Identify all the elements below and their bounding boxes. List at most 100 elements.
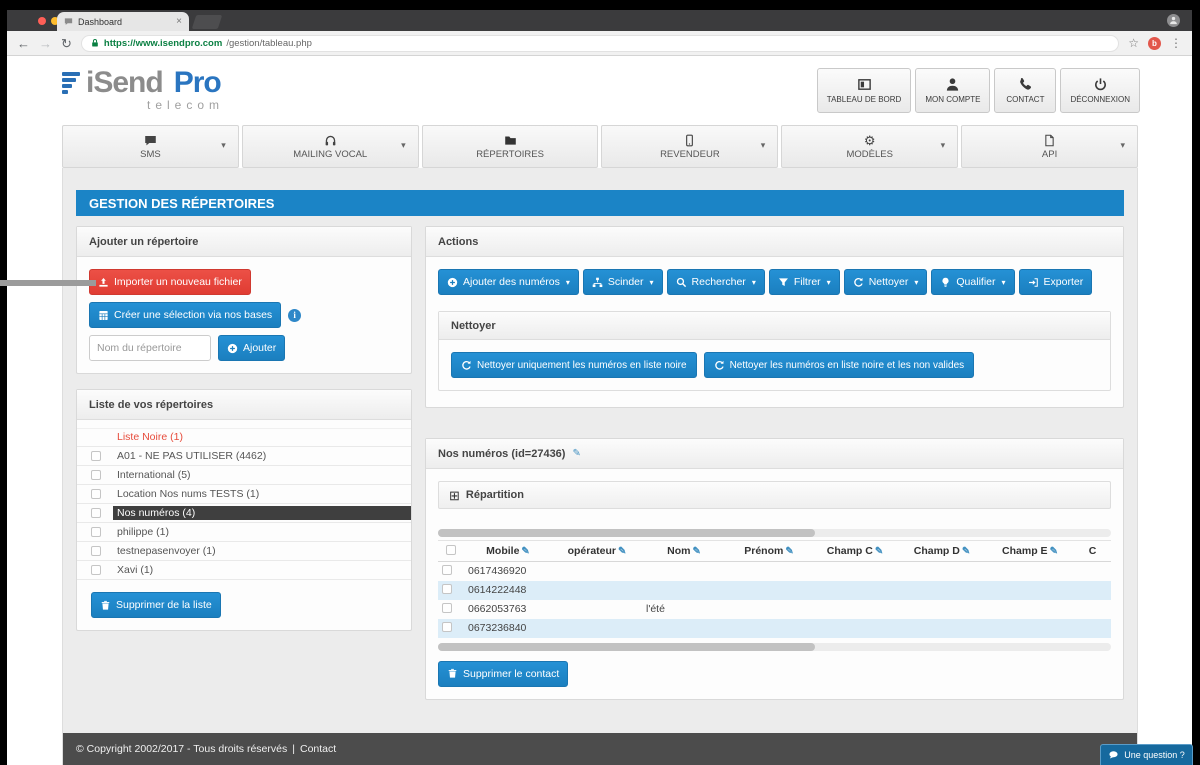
repartition-toggle[interactable]: ⊞ Répartition: [438, 481, 1111, 509]
export-button[interactable]: Exporter: [1019, 269, 1093, 295]
footer-contact-link[interactable]: Contact: [300, 743, 336, 755]
delete-contact-button[interactable]: Supprimer le contact: [438, 661, 568, 687]
filter-icon: [778, 277, 789, 288]
repertoire-name-input[interactable]: [89, 335, 211, 361]
nav-tab-sms[interactable]: SMS ▾: [62, 125, 239, 168]
column-header[interactable]: opérateur✎: [552, 541, 642, 562]
list-item-checkbox[interactable]: [91, 451, 101, 461]
back-icon[interactable]: ←: [17, 37, 30, 50]
list-item-checkbox[interactable]: [91, 508, 101, 518]
column-header[interactable]: Prénom✎: [726, 541, 812, 562]
nav-tab-modeles[interactable]: ⚙ MODÈLES ▾: [781, 125, 958, 168]
bookmark-star-icon[interactable]: ☆: [1128, 37, 1139, 49]
edit-pencil-icon[interactable]: ✎: [692, 546, 700, 557]
list-item-checkbox[interactable]: [91, 527, 101, 537]
tab-close-icon[interactable]: ×: [176, 16, 182, 27]
edit-pencil-icon[interactable]: ✎: [618, 546, 626, 557]
close-window-button[interactable]: [38, 17, 46, 25]
browser-menu-icon[interactable]: ⋮: [1170, 37, 1182, 49]
folder-icon: [504, 134, 517, 147]
table-scrollbar-top[interactable]: [438, 529, 1111, 537]
tab-favicon-bubble-icon: [64, 17, 73, 26]
table-row[interactable]: 0614222448: [438, 581, 1111, 600]
forward-icon[interactable]: →: [39, 37, 52, 50]
edit-pencil-icon[interactable]: ✎: [521, 546, 529, 557]
row-checkbox[interactable]: [442, 565, 452, 575]
clean-button[interactable]: Nettoyer ▾: [844, 269, 928, 295]
edit-pencil-icon[interactable]: ✎: [785, 546, 793, 557]
delete-from-list-button[interactable]: Supprimer de la liste: [91, 592, 221, 618]
list-item[interactable]: philippe (1): [77, 523, 411, 542]
edit-pencil-icon[interactable]: ✎: [962, 546, 970, 557]
isendpro-logo: iSend Pro telecom: [62, 66, 224, 112]
list-item-checkbox[interactable]: [91, 489, 101, 499]
logo-text-telecom: telecom: [147, 98, 224, 112]
table-grid-icon: [98, 310, 109, 321]
column-header[interactable]: Champ E✎: [986, 541, 1074, 562]
column-header[interactable]: Champ C✎: [812, 541, 898, 562]
add-numbers-button[interactable]: Ajouter des numéros ▾: [438, 269, 579, 295]
list-item[interactable]: Xavi (1): [77, 561, 411, 580]
edit-pencil-icon[interactable]: ✎: [572, 448, 580, 459]
chat-widget-button[interactable]: Une question ?: [1100, 744, 1193, 765]
scrollbar-thumb[interactable]: [438, 529, 815, 537]
list-item-checkbox[interactable]: [91, 470, 101, 480]
search-icon: [676, 277, 687, 288]
edit-pencil-icon[interactable]: ✎: [1050, 546, 1058, 557]
import-file-button[interactable]: Importer un nouveau fichier: [89, 269, 251, 295]
list-item[interactable]: A01 - NE PAS UTILISER (4462): [77, 447, 411, 466]
column-header[interactable]: Champ D✎: [898, 541, 986, 562]
logout-button[interactable]: DÉCONNEXION: [1060, 68, 1140, 113]
add-repertoire-button[interactable]: Ajouter: [218, 335, 285, 361]
table-row[interactable]: 0617436920: [438, 562, 1111, 581]
list-item[interactable]: testnepasenvoyer (1): [77, 542, 411, 561]
column-header[interactable]: Nom✎: [642, 541, 726, 562]
edit-pencil-icon[interactable]: ✎: [875, 546, 883, 557]
browser-tab[interactable]: Dashboard ×: [57, 12, 189, 31]
table-scrollbar-bottom[interactable]: [438, 643, 1111, 651]
search-button[interactable]: Rechercher ▾: [667, 269, 765, 295]
numbers-panel: Nos numéros (id=27436) ✎ ⊞ Répartition: [425, 438, 1124, 700]
dashboard-icon: [857, 77, 872, 92]
url-path: /gestion/tableau.php: [226, 38, 312, 49]
row-checkbox[interactable]: [442, 584, 452, 594]
new-tab-button[interactable]: [192, 15, 223, 29]
nav-tab-repertoires[interactable]: RÉPERTOIRES: [422, 125, 599, 168]
dashboard-button[interactable]: TABLEAU DE BORD: [817, 68, 912, 113]
create-selection-button[interactable]: Créer une sélection via nos bases: [89, 302, 281, 328]
right-column: Actions Ajouter des numéros ▾: [425, 226, 1124, 700]
clean-blacklist-only-button[interactable]: Nettoyer uniquement les numéros en liste…: [451, 352, 697, 378]
address-bar[interactable]: https://www.isendpro.com/gestion/tableau…: [81, 35, 1119, 52]
row-checkbox[interactable]: [442, 622, 452, 632]
info-icon[interactable]: i: [288, 309, 301, 322]
list-item-selected[interactable]: Nos numéros (4): [77, 504, 411, 523]
column-header-partial[interactable]: C: [1074, 541, 1111, 562]
nav-tab-api[interactable]: API ▾: [961, 125, 1138, 168]
clean-blacklist-and-invalid-button[interactable]: Nettoyer les numéros en liste noire et l…: [704, 352, 975, 378]
my-account-button[interactable]: MON COMPTE: [915, 68, 990, 113]
qualify-button[interactable]: Qualifier ▾: [931, 269, 1014, 295]
row-checkbox[interactable]: [442, 603, 452, 613]
list-item-checkbox[interactable]: [91, 546, 101, 556]
plus-circle-icon: [447, 277, 458, 288]
main-navigation: SMS ▾ MAILING VOCAL ▾ RÉPERTOIRES REVEND…: [62, 125, 1138, 168]
browser-profile-icon[interactable]: [1167, 14, 1180, 27]
contact-button[interactable]: CONTACT: [994, 68, 1056, 113]
nav-tab-mailing-vocal[interactable]: MAILING VOCAL ▾: [242, 125, 419, 168]
column-header[interactable]: Mobile✎: [464, 541, 552, 562]
list-item[interactable]: Liste Noire (1): [77, 428, 411, 447]
reload-icon[interactable]: ↻: [61, 37, 72, 50]
list-item[interactable]: International (5): [77, 466, 411, 485]
filter-button[interactable]: Filtrer ▾: [769, 269, 840, 295]
table-row[interactable]: 0662053763 l'été: [438, 600, 1111, 619]
list-item-checkbox[interactable]: [91, 565, 101, 575]
browser-extension-icon[interactable]: b: [1148, 37, 1161, 50]
select-all-checkbox[interactable]: [446, 545, 456, 555]
nav-tab-revendeur[interactable]: REVENDEUR ▾: [601, 125, 778, 168]
list-item[interactable]: Location Nos nums TESTS (1): [77, 485, 411, 504]
split-button[interactable]: Scinder ▾: [583, 269, 663, 295]
table-row[interactable]: 0673236840: [438, 619, 1111, 638]
caret-down-icon: ▾: [1120, 140, 1125, 151]
power-icon: [1093, 77, 1108, 92]
scrollbar-thumb[interactable]: [438, 643, 815, 651]
